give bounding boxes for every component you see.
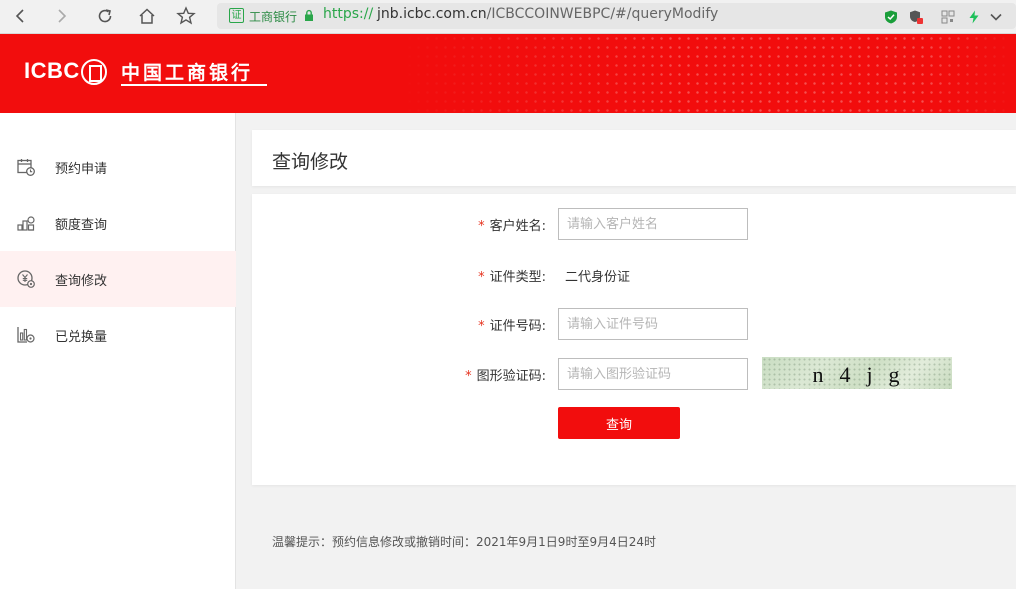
url-path: /ICBCCOINWEBPC/#/queryModify bbox=[486, 6, 719, 22]
required-mark: * bbox=[478, 219, 485, 234]
banner-dot-pattern bbox=[396, 34, 1016, 113]
logo-text-cn: 中国工商银行 bbox=[121, 62, 254, 84]
calendar-clock-icon bbox=[17, 159, 35, 176]
reload-button[interactable] bbox=[91, 3, 119, 29]
chevron-right-icon bbox=[58, 9, 67, 23]
query-button[interactable]: 查询 bbox=[558, 407, 680, 439]
shield-icon[interactable] bbox=[884, 10, 898, 24]
sidebar-item-query-modify[interactable]: 查询修改 bbox=[0, 251, 236, 307]
chevron-down-icon[interactable] bbox=[989, 10, 1003, 24]
browser-toolbar: 证 工商银行 https:// jnb.icbc.com.cn/ICBCCOIN… bbox=[0, 0, 1016, 34]
id-type-label: * 证件类型: bbox=[478, 266, 546, 285]
security-extension-icon[interactable] bbox=[909, 10, 923, 24]
url-text: jnb.icbc.com.cn/ICBCCOINWEBPC/#/queryMod… bbox=[377, 6, 718, 22]
page-title: 查询修改 bbox=[272, 151, 349, 173]
query-form: *客户姓名: *证件类型: 二代身份证 *证件号码: *图形验证码: n4jg … bbox=[252, 194, 1016, 485]
page-title-card: 查询修改 bbox=[252, 130, 1016, 186]
icbc-logo-icon bbox=[81, 59, 107, 85]
captcha-image-text: n4jg bbox=[812, 362, 916, 387]
captcha-label-text: 图形验证码: bbox=[476, 369, 546, 384]
logo-underline bbox=[121, 84, 267, 86]
sidebar-item-label: 预约申请 bbox=[55, 162, 108, 177]
sidebar-item-reservation[interactable]: 预约申请 bbox=[0, 139, 236, 195]
required-mark: * bbox=[478, 319, 485, 334]
url-host: jnb.icbc.com.cn bbox=[377, 6, 487, 22]
required-mark: * bbox=[478, 270, 485, 285]
back-button[interactable] bbox=[6, 3, 34, 29]
sidebar-item-exchanged-amount[interactable]: 已兑换量 bbox=[0, 307, 236, 363]
chevron-left-icon bbox=[15, 9, 24, 23]
sidebar: 预约申请 额度查询 查询修改 已兑换量 bbox=[0, 113, 236, 589]
site-header-banner: ICBC 中国工商银行 bbox=[0, 34, 1016, 113]
logo-text-en: ICBC bbox=[24, 58, 80, 83]
lightning-icon[interactable] bbox=[967, 10, 981, 24]
id-number-label: * 证件号码: bbox=[478, 315, 546, 334]
id-number-label-text: 证件号码: bbox=[489, 319, 546, 334]
sidebar-item-label: 额度查询 bbox=[55, 218, 108, 233]
id-type-value: 二代身份证 bbox=[565, 270, 631, 285]
chart-gear-icon bbox=[17, 327, 35, 343]
id-number-input[interactable] bbox=[558, 308, 748, 340]
customer-name-label: * 客户姓名: bbox=[478, 215, 546, 234]
sidebar-item-quota-query[interactable]: 额度查询 bbox=[0, 195, 236, 251]
home-icon bbox=[139, 8, 155, 24]
id-type-label-text: 证件类型: bbox=[489, 270, 546, 285]
certificate-icon: 证 bbox=[229, 8, 244, 23]
captcha-input[interactable] bbox=[558, 358, 748, 390]
captcha-label: * 图形验证码: bbox=[465, 365, 546, 384]
coin-stack-search-icon bbox=[17, 216, 35, 231]
forward-button[interactable] bbox=[48, 3, 76, 29]
customer-name-label-text: 客户姓名: bbox=[489, 219, 546, 234]
reload-icon bbox=[98, 9, 112, 23]
site-identity-label: 工商银行 bbox=[249, 10, 298, 24]
star-icon bbox=[176, 6, 196, 25]
bookmark-button[interactable] bbox=[172, 3, 200, 29]
customer-name-input[interactable] bbox=[558, 208, 748, 240]
qr-code-icon[interactable] bbox=[941, 10, 955, 24]
address-bar[interactable]: 证 工商银行 https:// jnb.icbc.com.cn/ICBCCOIN… bbox=[217, 3, 1016, 29]
home-button[interactable] bbox=[133, 3, 161, 29]
yuan-coin-gear-icon bbox=[17, 270, 35, 288]
sidebar-item-label: 已兑换量 bbox=[55, 330, 108, 345]
reminder-tip: 温馨提示：预约信息修改或撤销时间：2021年9月1日9时至9月4日24时 bbox=[272, 535, 656, 549]
lock-icon bbox=[305, 9, 313, 21]
sidebar-item-label: 查询修改 bbox=[55, 274, 108, 289]
url-scheme: https:// bbox=[323, 6, 374, 22]
captcha-image[interactable]: n4jg bbox=[762, 357, 952, 389]
required-mark: * bbox=[465, 369, 472, 384]
